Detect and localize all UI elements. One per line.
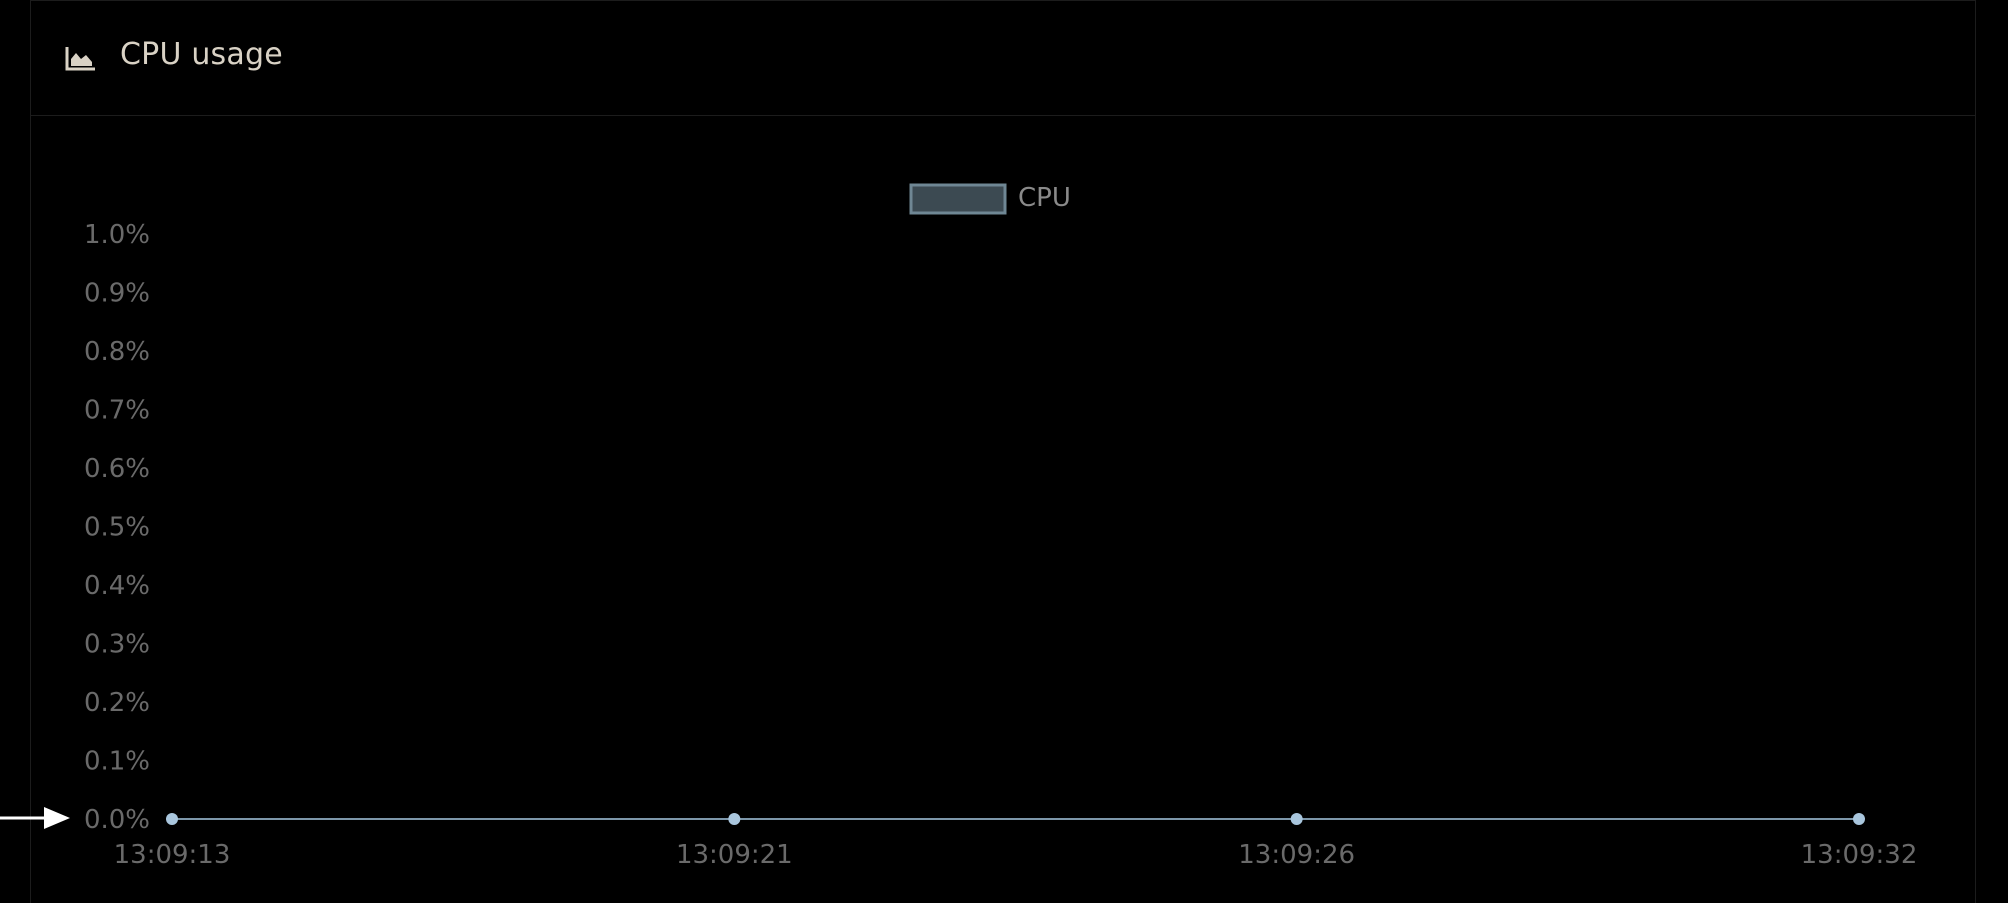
series-cpu [166,813,1865,825]
y-tick-label: 0.3% [84,630,150,660]
y-tick-label: 0.8% [84,337,150,367]
x-tick-label: 13:09:13 [114,840,231,870]
y-axis: 0.0% 0.1% 0.2% 0.3% 0.4% 0.5% 0.6% 0.7% 0.8% 0.9%… [84,220,150,835]
y-tick-label: 0.1% [84,747,150,777]
y-tick-label: 0.4% [84,571,150,601]
x-tick-label: 13:09:26 [1238,840,1355,870]
y-tick-label: 0.7% [84,396,150,426]
x-axis: 13:09:13 13:09:21 13:09:26 13:09:32 [114,840,1918,870]
y-tick-label: 0.0% [84,805,150,835]
cpu-usage-chart: CPU 0.0% 0.1% 0.2% 0.3% 0.4% 0.5% 0.6% 0.7% 0.8%… [84,183,1918,870]
legend-label-0: CPU [1018,183,1071,213]
x-tick-label: 13:09:32 [1801,840,1918,870]
data-point[interactable] [728,813,741,825]
data-point[interactable] [166,813,178,825]
data-point[interactable] [1290,813,1303,825]
y-tick-label: 0.6% [84,454,150,484]
data-point[interactable] [1853,813,1865,825]
legend-swatch-0 [909,183,1007,215]
x-tick-label: 13:09:21 [676,840,793,870]
y-tick-label: 0.5% [84,513,150,543]
y-tick-label: 0.9% [84,279,150,309]
chart-legend: CPU [909,183,1071,215]
y-tick-label: 1.0% [84,220,150,250]
arrow-right-icon [0,807,70,829]
y-tick-label: 0.2% [84,688,150,718]
